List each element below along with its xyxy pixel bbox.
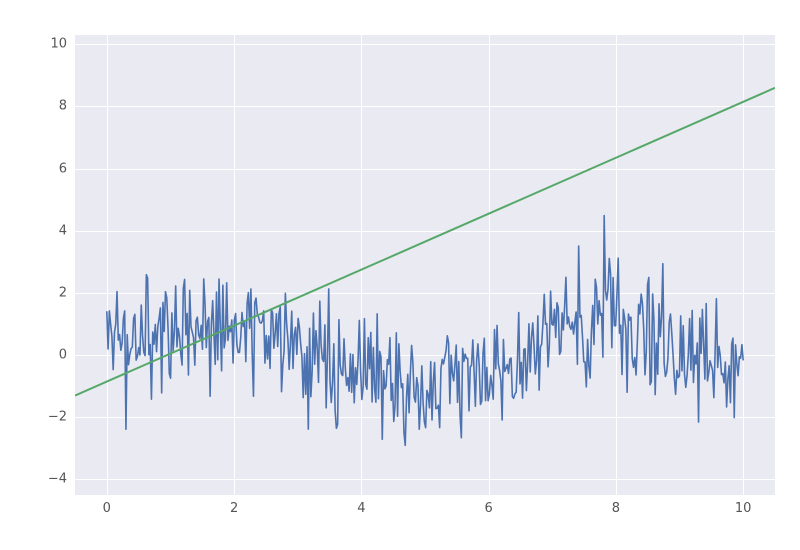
y-tick-label: 10 (50, 37, 67, 52)
y-tick-label: 4 (59, 223, 67, 238)
y-tick-label: 2 (59, 285, 67, 300)
series-linear-fit (75, 88, 775, 396)
x-tick-label: 6 (484, 501, 492, 516)
plot-area (75, 35, 775, 495)
x-tick-label: 4 (357, 501, 365, 516)
series-noisy-sine (107, 216, 743, 446)
x-tick-label: 0 (103, 501, 111, 516)
x-tick-label: 2 (230, 501, 238, 516)
x-tick-label: 8 (612, 501, 620, 516)
y-tick-label: −4 (48, 472, 67, 487)
x-tick-label: 10 (735, 501, 752, 516)
figure: 0 2 4 6 8 10 −4 −2 0 2 4 6 8 10 (0, 0, 800, 550)
y-tick-label: 6 (59, 161, 67, 176)
y-tick-label: 0 (59, 348, 67, 363)
y-tick-label: −2 (48, 410, 67, 425)
y-tick-label: 8 (59, 99, 67, 114)
